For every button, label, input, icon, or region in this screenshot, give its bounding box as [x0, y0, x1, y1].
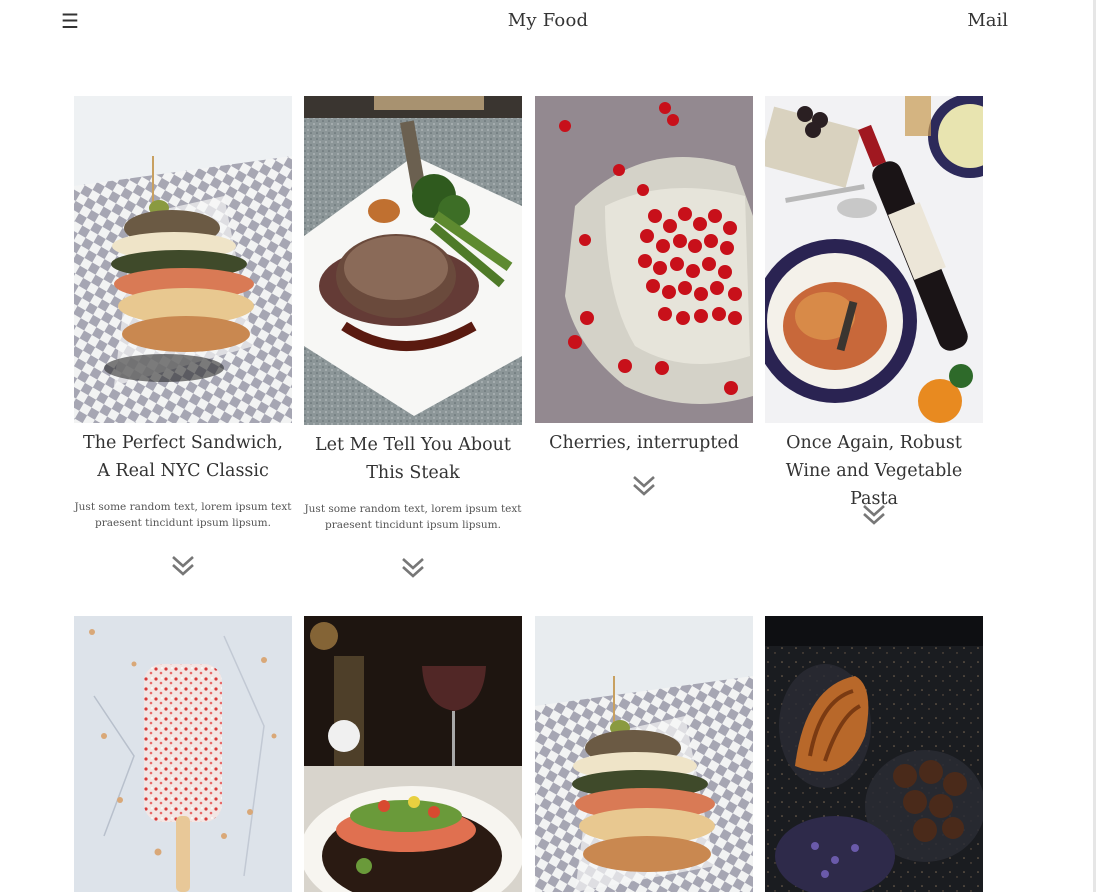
site-title: My Food [507, 10, 589, 31]
popsicle-photo[interactable] [74, 616, 292, 892]
recipe-card[interactable] [535, 616, 753, 892]
croissant-photo[interactable] [765, 616, 983, 892]
top-navigation: ☰ My Food Mail [0, 0, 1096, 44]
double-chevron-down-icon[interactable] [401, 556, 425, 580]
hamburger-menu-icon[interactable]: ☰ [58, 8, 82, 34]
double-chevron-down-icon[interactable] [632, 474, 656, 498]
recipe-card[interactable] [74, 616, 292, 892]
recipe-card[interactable]: Cherries, interrupted [535, 96, 753, 516]
double-chevron-down-icon[interactable] [862, 503, 886, 527]
wine-pasta-photo[interactable] [765, 96, 983, 423]
salmon-photo[interactable] [304, 616, 522, 892]
double-chevron-down-icon[interactable] [171, 554, 195, 578]
mail-link[interactable]: Mail [967, 10, 1008, 31]
recipe-card[interactable]: The Perfect Sandwich, A Real NYC Classic… [74, 96, 292, 586]
steak-photo[interactable] [304, 96, 522, 425]
recipe-card[interactable] [765, 616, 983, 892]
card-title[interactable]: Let Me Tell You About This Steak [304, 431, 522, 487]
card-description: Just some random text, lorem ipsum text … [304, 503, 522, 531]
recipe-card[interactable]: Let Me Tell You About This Steak Just so… [304, 96, 522, 586]
card-title[interactable]: Once Again, Robust Wine and Vegetable Pa… [765, 429, 983, 513]
card-title[interactable]: Cherries, interrupted [535, 429, 753, 457]
sandwich-photo[interactable] [535, 616, 753, 892]
card-description: Just some random text, lorem ipsum text … [74, 501, 292, 529]
card-title[interactable]: The Perfect Sandwich, A Real NYC Classic [74, 429, 292, 485]
cherries-photo[interactable] [535, 96, 753, 423]
recipe-card[interactable] [304, 616, 522, 892]
recipe-card[interactable]: Once Again, Robust Wine and Vegetable Pa… [765, 96, 983, 536]
sandwich-photo[interactable] [74, 96, 292, 423]
